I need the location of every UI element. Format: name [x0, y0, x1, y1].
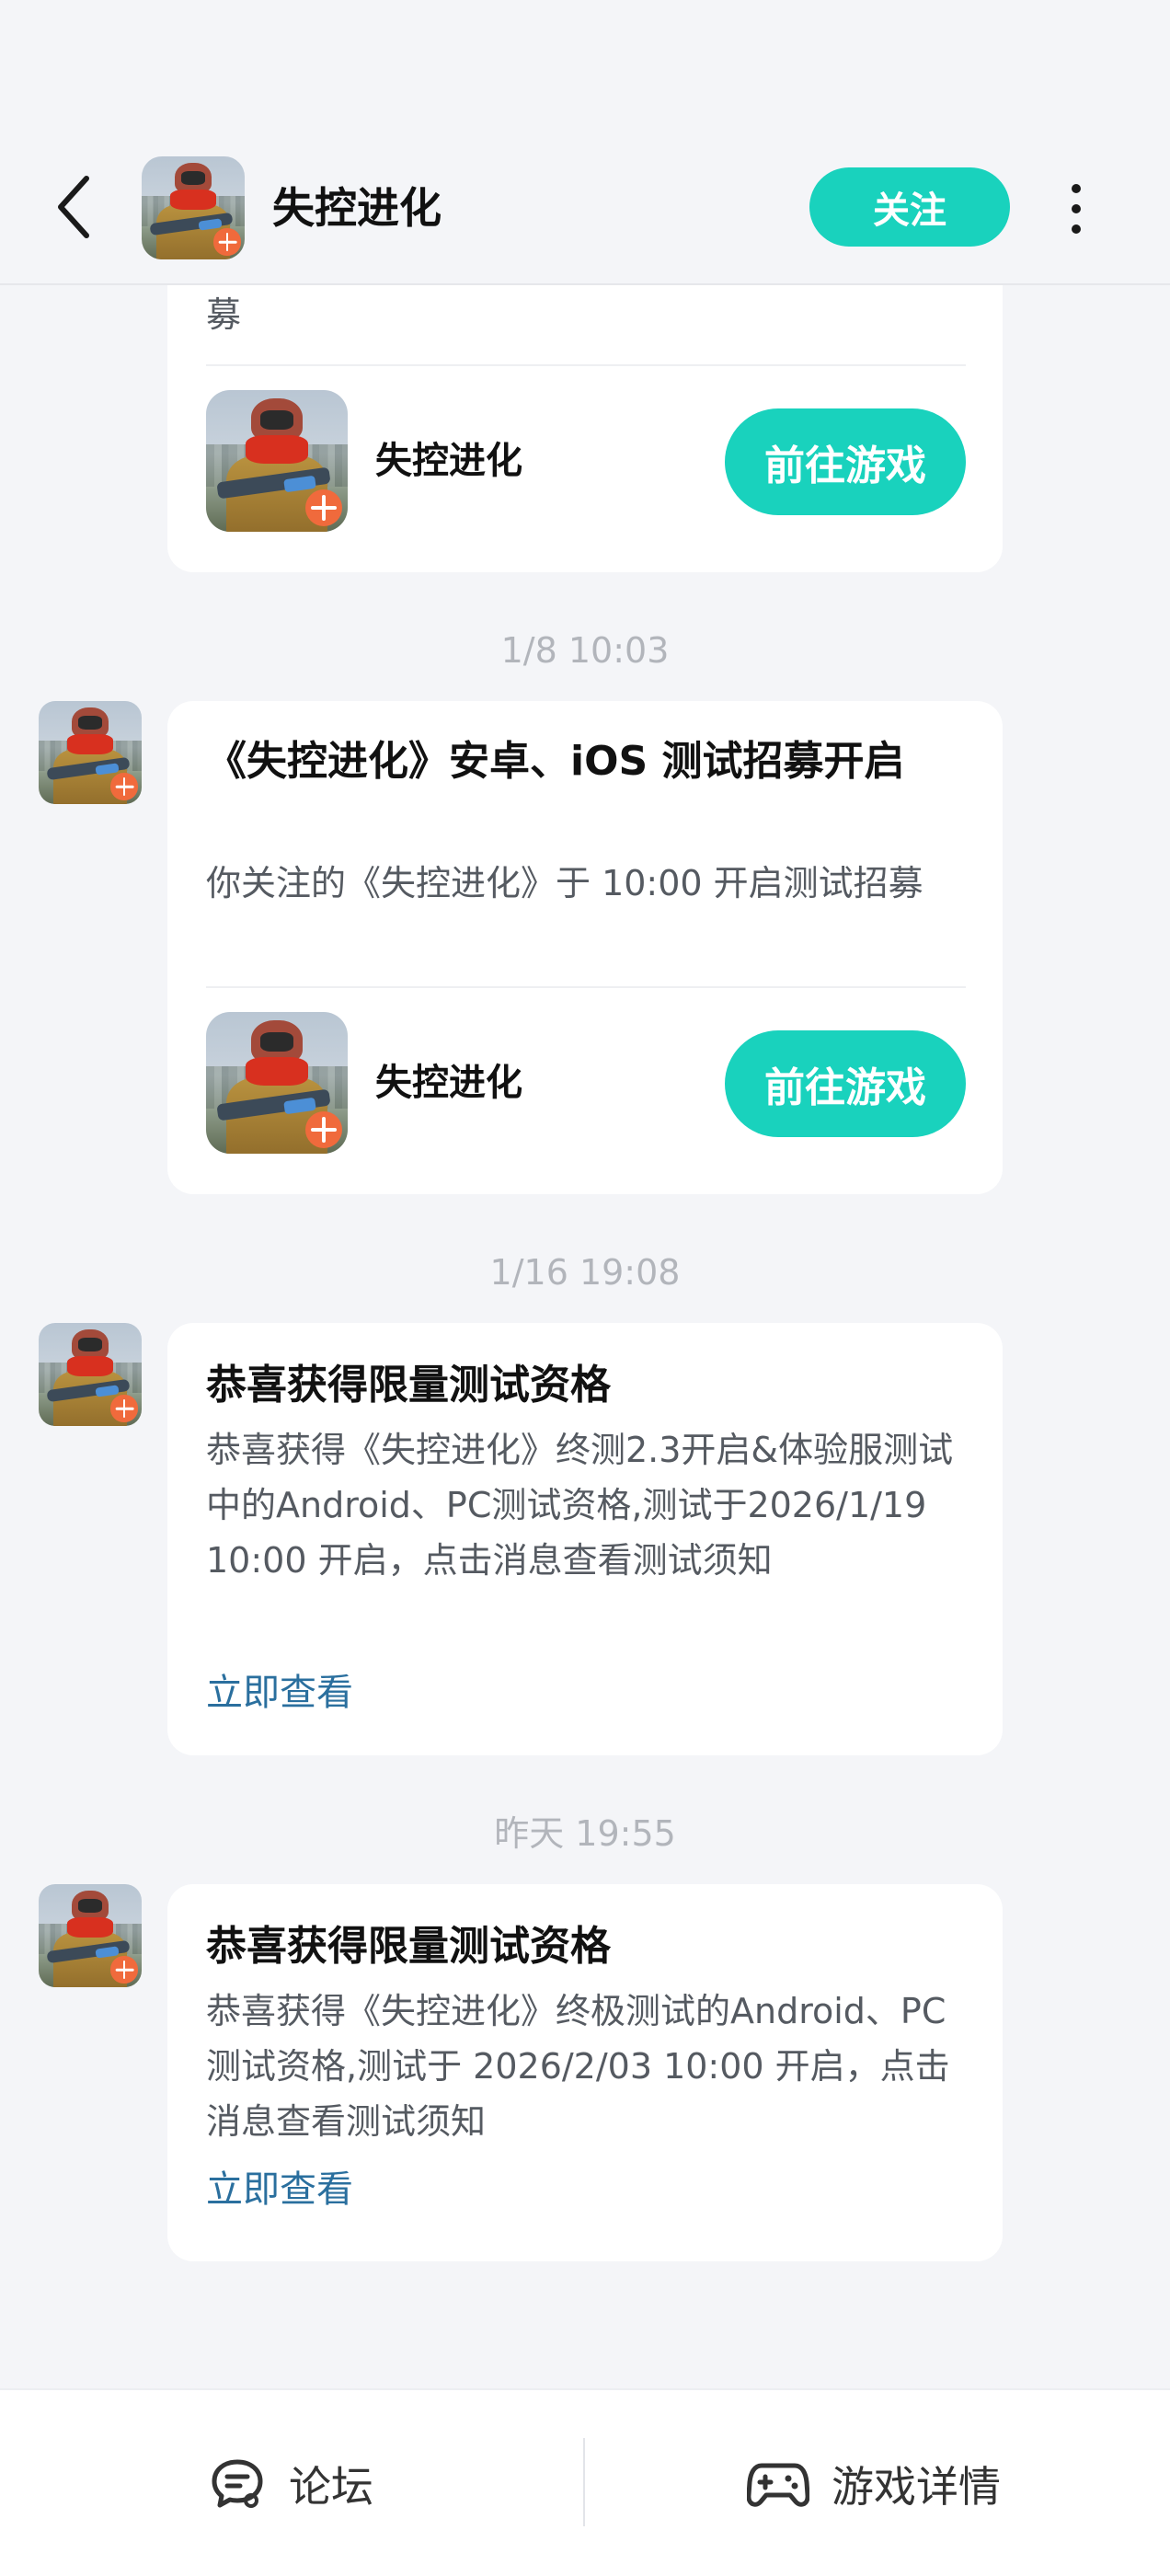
sender-avatar[interactable] — [39, 701, 142, 804]
message-body: 募 — [206, 294, 242, 335]
game-details-label: 游戏详情 — [832, 2462, 1001, 2512]
page-title: 失控进化 — [272, 183, 442, 233]
message-card[interactable]: 恭喜获得限量测试资格 恭喜获得《失控进化》终极测试的Android、PC测试资格… — [167, 1884, 1003, 2261]
message-title: 《失控进化》安卓、iOS 测试招募开启 — [206, 738, 905, 785]
message-timestamp: 1/8 10:03 — [500, 630, 670, 671]
message-card[interactable]: 恭喜获得限量测试资格 恭喜获得《失控进化》终测2.3开启&体验服测试中的Andr… — [167, 1323, 1003, 1755]
card-divider — [206, 364, 966, 366]
more-vertical-icon[interactable] — [1058, 177, 1095, 241]
forum-label: 论坛 — [289, 2462, 373, 2512]
message-title: 恭喜获得限量测试资格 — [206, 1923, 611, 1970]
message-timestamp: 1/16 19:08 — [489, 1252, 681, 1293]
sender-avatar[interactable] — [39, 1884, 142, 1987]
follow-button[interactable]: 关注 — [809, 167, 1010, 247]
message-title: 恭喜获得限量测试资格 — [206, 1362, 611, 1409]
game-name: 失控进化 — [375, 440, 522, 482]
game-icon[interactable] — [206, 390, 348, 532]
message-body: 恭喜获得《失控进化》终测2.3开启&体验服测试中的Android、PC测试资格,… — [206, 1430, 954, 1581]
view-now-link[interactable]: 立即查看 — [206, 1667, 353, 1719]
message-body: 恭喜获得《失控进化》终极测试的Android、PC测试资格,测试于 2026/2… — [206, 1991, 950, 2142]
forum-tab[interactable]: 论坛 — [208, 2445, 373, 2523]
go-to-game-button[interactable]: 前往游戏 — [725, 1030, 966, 1137]
view-now-link[interactable]: 立即查看 — [206, 2164, 353, 2215]
gamepad-icon — [747, 2456, 809, 2512]
sender-avatar[interactable] — [39, 1323, 142, 1426]
nav-divider — [583, 2438, 585, 2526]
go-to-game-button[interactable]: 前往游戏 — [725, 408, 966, 515]
game-avatar[interactable] — [142, 156, 245, 259]
card-divider — [206, 986, 966, 988]
message-timestamp: 昨天 19:55 — [494, 1813, 676, 1854]
bottom-nav: 论坛 游戏详情 — [0, 2388, 1170, 2576]
message-body: 你关注的《失控进化》于 10:00 开启测试招募 — [206, 863, 923, 903]
back-arrow-icon[interactable] — [46, 170, 101, 244]
forum-chat-icon — [208, 2455, 267, 2513]
top-bar: 失控进化 关注 — [0, 0, 1170, 285]
game-name: 失控进化 — [375, 1062, 522, 1104]
game-icon[interactable] — [206, 1012, 348, 1154]
game-details-tab[interactable]: 游戏详情 — [747, 2445, 1001, 2523]
message-card[interactable]: 《失控进化》安卓、iOS 测试招募开启 你关注的《失控进化》于 10:00 开启… — [167, 701, 1003, 1194]
